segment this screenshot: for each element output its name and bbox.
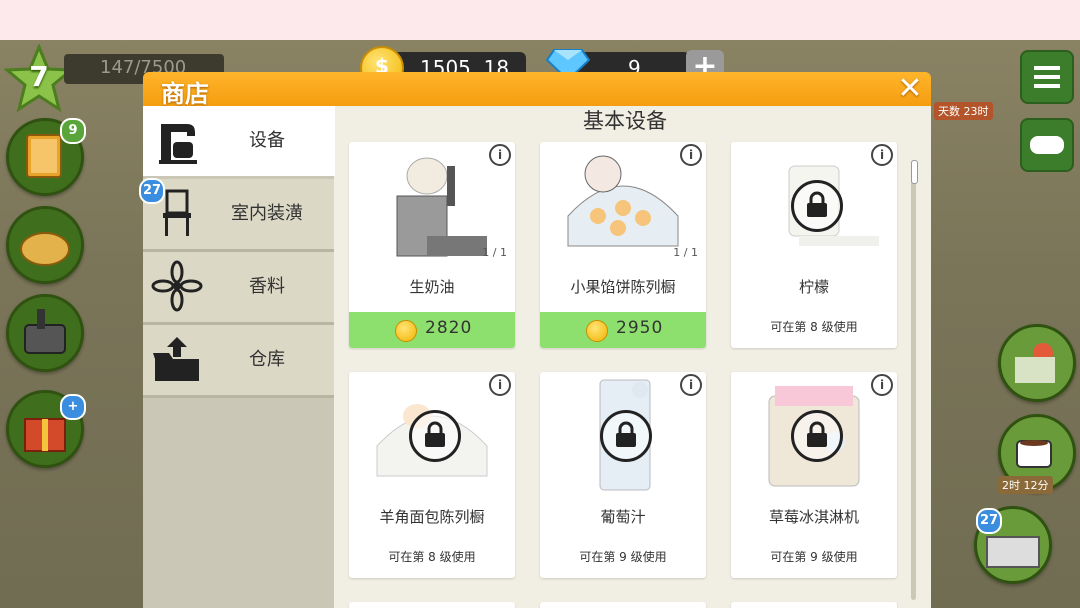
- tab-equipment[interactable]: 设备: [143, 106, 335, 176]
- item-card-partial[interactable]: [349, 602, 515, 608]
- menu-button[interactable]: [1020, 50, 1074, 104]
- coin-icon: [395, 320, 417, 342]
- item-card-whipped-cream[interactable]: i 1 / 1 生奶油 2820: [349, 142, 515, 348]
- item-name: 葡萄汁: [600, 508, 646, 526]
- unlock-level-text: 可在第 9 级使用: [770, 550, 858, 564]
- status-band: [0, 0, 1080, 40]
- register-badge: 27: [976, 508, 1002, 534]
- info-icon[interactable]: i: [489, 144, 511, 166]
- price-value: 2950: [616, 318, 664, 338]
- close-button[interactable]: ✕: [895, 74, 925, 104]
- dialog-title: 商店: [161, 80, 209, 108]
- item-card-grape-juice[interactable]: i 葡萄汁 可在第 9 级使用: [540, 372, 706, 578]
- dialog-body: 设备 室内装潢 27 香料 仓库 基本设备 i 1 / 1 生奶油 2820 i…: [139, 106, 931, 608]
- map-button[interactable]: [998, 324, 1076, 402]
- ingredients-button[interactable]: [6, 206, 84, 284]
- mixer-icon: [159, 124, 197, 164]
- item-card-strawberry-ice-cream[interactable]: i 草莓冰淇淋机 可在第 9 级使用: [731, 372, 897, 578]
- tab-label: 香料: [249, 276, 285, 297]
- item-name: 柠檬: [798, 278, 829, 296]
- owned-count: 1 / 1: [482, 246, 507, 259]
- scroll-thumb[interactable]: [911, 160, 918, 184]
- info-icon[interactable]: i: [680, 144, 702, 166]
- item-name: 生奶油: [409, 278, 455, 296]
- gift-plus-badge: +: [60, 394, 86, 420]
- scrollbar[interactable]: [911, 160, 916, 600]
- phone-button[interactable]: [6, 294, 84, 372]
- item-card-tart-display[interactable]: i 1 / 1 小果馅饼陈列橱 2950: [540, 142, 706, 348]
- map-pin-icon: [1015, 343, 1055, 383]
- info-icon[interactable]: i: [871, 374, 893, 396]
- gamepad-icon: [1030, 136, 1064, 154]
- price-button[interactable]: 2950: [540, 312, 706, 348]
- lock-icon: [409, 410, 461, 462]
- price-button[interactable]: 2820: [349, 312, 515, 348]
- game-button[interactable]: [1020, 118, 1074, 172]
- unlock-level-text: 可在第 9 级使用: [579, 550, 667, 564]
- tab-spices[interactable]: 香料: [143, 252, 334, 325]
- item-card-croissant-display[interactable]: i 羊角面包陈列橱 可在第 8 级使用: [349, 372, 515, 578]
- category-tabs: 设备 室内装潢 27 香料 仓库: [139, 106, 335, 608]
- item-card-partial[interactable]: [540, 602, 706, 608]
- star-anise-icon: [151, 260, 203, 312]
- owned-count: 1 / 1: [673, 246, 698, 259]
- gift-timer: 天数 23时: [934, 102, 993, 120]
- interior-badge: 27: [139, 178, 165, 204]
- coin-icon: [586, 320, 608, 342]
- lock-icon: [791, 180, 843, 232]
- info-icon[interactable]: i: [489, 374, 511, 396]
- info-icon[interactable]: i: [680, 374, 702, 396]
- section-title: 基本设备: [583, 109, 667, 133]
- item-card-lemon[interactable]: i 柠檬 可在第 8 级使用: [731, 142, 897, 348]
- tab-warehouse[interactable]: 仓库: [143, 325, 334, 398]
- unlock-level-text: 可在第 8 级使用: [388, 550, 476, 564]
- tab-label: 设备: [249, 130, 285, 151]
- item-name: 小果馅饼陈列橱: [570, 278, 676, 296]
- phone-icon: [24, 309, 66, 354]
- lock-icon: [791, 410, 843, 462]
- tab-interior[interactable]: 室内装潢: [143, 179, 334, 252]
- bowl-icon: [20, 232, 70, 266]
- book-badge: 9: [60, 118, 86, 144]
- shop-dialog: 商店 ✕ 设备 室内装潢 27 香料 仓库 基本设备 i 1 / 1 生奶油 2…: [139, 72, 931, 608]
- item-name: 草莓冰淇淋机: [768, 508, 859, 526]
- tab-label: 室内装潢: [231, 203, 303, 224]
- coffee-timer: 2时 12分: [998, 476, 1053, 494]
- tab-label: 仓库: [249, 349, 285, 370]
- lock-icon: [600, 410, 652, 462]
- menu-icon: [1034, 66, 1060, 88]
- item-grid: 基本设备 i 1 / 1 生奶油 2820 i 1 / 1 小果馅饼陈列橱 29…: [335, 106, 931, 608]
- price-value: 2820: [425, 318, 473, 338]
- box-icon: [153, 337, 199, 381]
- dialog-header: 商店 ✕: [143, 72, 931, 108]
- info-icon[interactable]: i: [871, 144, 893, 166]
- unlock-level-text: 可在第 8 级使用: [770, 320, 858, 334]
- item-name: 羊角面包陈列橱: [379, 508, 485, 526]
- item-card-partial[interactable]: [731, 602, 897, 608]
